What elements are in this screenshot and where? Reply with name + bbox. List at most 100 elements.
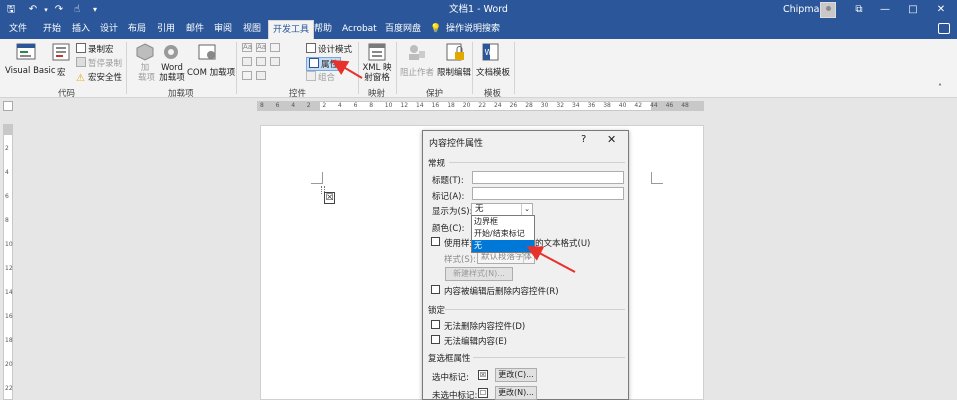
avatar[interactable] bbox=[820, 2, 836, 18]
macros-icon bbox=[52, 43, 70, 61]
ruler-tick-label: 8 bbox=[5, 217, 9, 224]
macros-button[interactable]: 宏 bbox=[57, 66, 66, 78]
minimize-button[interactable]: — bbox=[872, 0, 898, 20]
cannot-delete-label: 无法删除内容控件(D) bbox=[444, 322, 526, 332]
close-button[interactable]: ✕ bbox=[928, 0, 954, 20]
tab-review[interactable]: 审阅 bbox=[214, 20, 232, 39]
option-none[interactable]: 无 bbox=[472, 240, 534, 252]
section-checkbox-properties: 复选框属性 bbox=[428, 354, 471, 364]
change-checked-symbol-button[interactable]: 更改(C)... bbox=[495, 368, 537, 382]
restrict-editing-icon bbox=[446, 43, 464, 61]
ruler-tick-label: 30 bbox=[540, 102, 549, 109]
tab-home[interactable]: 开始 bbox=[43, 20, 61, 39]
ribbon-display-options-icon[interactable]: ⧉ bbox=[846, 0, 872, 20]
new-style-button[interactable]: 新建样式(N)... bbox=[445, 267, 513, 281]
horizontal-ruler[interactable]: 8 6 4 2 2 4 6 8 10 12 14 16 18 20 22 24 26 28 30 32 34 36 38 40… bbox=[257, 101, 704, 111]
tell-me-search[interactable]: 操作说明搜索 bbox=[446, 20, 500, 39]
pause-icon bbox=[76, 57, 86, 67]
ruler-tick-label: 42 bbox=[634, 102, 643, 109]
pause-recording-button[interactable]: 暂停录制 bbox=[76, 57, 122, 69]
ruler-tick-label: 10 bbox=[5, 241, 13, 248]
content-control-properties-dialog: 内容控件属性 ? ✕ 常规 标题(T): 标记(A): 显示为(S): 无 ⌄ … bbox=[422, 130, 629, 400]
chevron-down-icon[interactable]: ⌄ bbox=[521, 204, 532, 215]
tab-references[interactable]: 引用 bbox=[157, 20, 175, 39]
use-style-suffix: 的文本格式(U) bbox=[535, 239, 591, 249]
ruler-tick-label: 16 bbox=[431, 102, 440, 109]
tag-input[interactable] bbox=[472, 187, 624, 200]
cannot-edit-checkbox[interactable] bbox=[431, 335, 440, 344]
tab-mailings[interactable]: 邮件 bbox=[186, 20, 204, 39]
collapse-ribbon-icon[interactable]: ˄ bbox=[938, 83, 942, 92]
com-addins-button[interactable]: COM 加载项 bbox=[187, 66, 235, 78]
ruler-tick-label: 6 bbox=[5, 193, 9, 200]
horizontal-ruler-row: 8 6 4 2 2 4 6 8 10 12 14 16 18 20 22 24 26 28 30 32 34 36 38 40… bbox=[0, 98, 957, 114]
ruler-tick-label: 20 bbox=[5, 361, 13, 368]
block-authors-button[interactable]: 阻止作者 bbox=[400, 66, 434, 78]
lightbulb-icon[interactable]: 💡 bbox=[430, 20, 441, 39]
document-template-button[interactable]: 文档模板 bbox=[476, 66, 510, 78]
ruler-tick-label: 14 bbox=[5, 289, 13, 296]
properties-icon bbox=[309, 58, 319, 68]
checkbox-symbol[interactable]: ☒ bbox=[324, 192, 335, 204]
option-bounding-box[interactable]: 边界框 bbox=[472, 216, 534, 228]
tab-layout[interactable]: 布局 bbox=[128, 20, 146, 39]
show-as-label: 显示为(S): bbox=[432, 207, 473, 217]
block-authors-icon bbox=[409, 45, 425, 60]
dialog-help-button[interactable]: ? bbox=[581, 134, 586, 145]
xml-mapping-icon bbox=[368, 43, 386, 61]
tab-view[interactable]: 视图 bbox=[243, 20, 261, 39]
group-button[interactable]: 组合 bbox=[306, 71, 335, 83]
tab-developer[interactable]: 开发工具 bbox=[268, 20, 315, 39]
svg-text:W: W bbox=[485, 48, 493, 57]
word-addins-button[interactable]: Word 加载项 bbox=[156, 63, 188, 83]
tab-help[interactable]: 帮助 bbox=[314, 20, 332, 39]
remove-on-edit-checkbox[interactable] bbox=[431, 285, 440, 294]
crop-mark bbox=[311, 172, 323, 184]
tab-selector[interactable] bbox=[3, 101, 13, 111]
ruler-tick-label: 20 bbox=[462, 102, 471, 109]
tab-acrobat[interactable]: Acrobat bbox=[342, 20, 377, 39]
tab-design[interactable]: 设计 bbox=[100, 20, 118, 39]
xml-mapping-pane-button[interactable]: XML 映射窗格 bbox=[360, 63, 394, 83]
checked-symbol-preview: ☒ bbox=[478, 370, 488, 380]
section-divider bbox=[473, 357, 625, 358]
ruler-tick-label: 2 bbox=[5, 145, 9, 152]
ruler-tick-label: 12 bbox=[5, 265, 13, 272]
properties-button[interactable]: 属性 bbox=[306, 57, 342, 71]
cannot-edit-label: 无法编辑内容(E) bbox=[444, 337, 508, 347]
remove-on-edit-label: 内容被编辑后删除内容控件(R) bbox=[444, 287, 559, 297]
option-start-end-tag[interactable]: 开始/结束标记 bbox=[472, 228, 534, 240]
dialog-close-button[interactable]: ✕ bbox=[607, 133, 616, 146]
restrict-editing-button[interactable]: 限制编辑 bbox=[437, 66, 471, 78]
ruler-tick-label: 44 bbox=[650, 102, 658, 109]
vertical-ruler[interactable]: 2 4 6 8 10 12 14 16 18 20 22 bbox=[3, 124, 13, 400]
chevron-down-icon[interactable]: ⌄ bbox=[523, 252, 534, 263]
change-unchecked-symbol-button[interactable]: 更改(N)... bbox=[495, 386, 537, 400]
tab-baidu-netdisk[interactable]: 百度网盘 bbox=[385, 20, 421, 39]
record-macro-icon bbox=[76, 43, 86, 53]
title-input[interactable] bbox=[472, 171, 624, 184]
macro-security-button[interactable]: ⚠ 宏安全性 bbox=[76, 71, 122, 84]
record-macro-button[interactable]: 录制宏 bbox=[76, 43, 114, 55]
cannot-delete-checkbox[interactable] bbox=[431, 320, 440, 329]
ruler-tick-label: 6 bbox=[353, 102, 358, 109]
ruler-tick-label: 46 bbox=[665, 102, 674, 109]
dialog-title: 内容控件属性 bbox=[429, 139, 484, 149]
show-as-dropdown-list: 边界框 开始/结束标记 无 bbox=[471, 215, 535, 253]
group-separator bbox=[126, 42, 127, 94]
design-mode-button[interactable]: 设计模式 bbox=[306, 43, 352, 55]
comments-icon[interactable] bbox=[938, 23, 950, 34]
right-margin bbox=[651, 102, 703, 110]
ruler-tick-label: 38 bbox=[603, 102, 611, 109]
maximize-button[interactable]: □ bbox=[900, 0, 926, 20]
visual-basic-button[interactable]: Visual Basic bbox=[5, 66, 56, 76]
ruler-tick-label: 2 bbox=[306, 102, 311, 109]
addins-button[interactable]: 加载项 bbox=[138, 63, 155, 83]
visual-basic-icon bbox=[16, 43, 36, 60]
tab-insert[interactable]: 插入 bbox=[72, 20, 90, 39]
tab-file[interactable]: 文件 bbox=[9, 20, 27, 39]
top-margin bbox=[4, 125, 12, 135]
content-controls-gallery[interactable]: Aa Aa bbox=[242, 43, 298, 87]
checkbox-content-control[interactable]: ☒ bbox=[321, 186, 335, 204]
use-style-checkbox[interactable] bbox=[431, 237, 440, 246]
